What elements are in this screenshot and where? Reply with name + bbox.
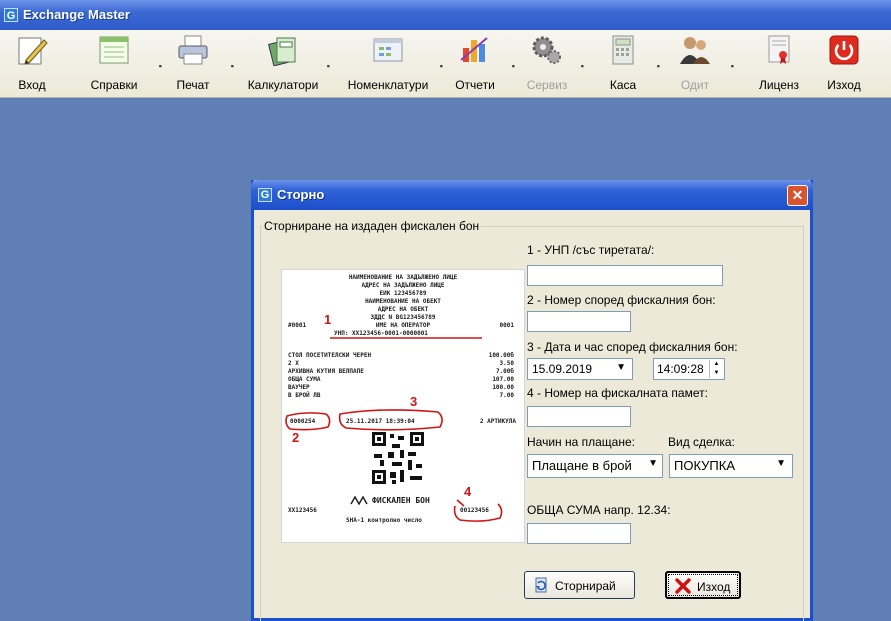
receipt-annotations (285, 337, 503, 522)
chevron-down-icon[interactable]: ▼ (616, 362, 626, 373)
toolbar-button-login[interactable]: Вход (10, 32, 54, 96)
chevron-down-icon[interactable]: ▪ (327, 61, 330, 71)
datetime-label: 3 - Дата и час според фискалния бон: (527, 340, 738, 354)
toolbar-label-nomenclatures: Номенклатури (347, 78, 429, 92)
close-icon (675, 578, 691, 594)
chevron-down-icon[interactable]: ▪ (657, 61, 660, 71)
marker-3: 3 (410, 394, 418, 409)
date-picker[interactable]: 15.09.2019 ▼ (527, 358, 633, 380)
chevron-down-icon[interactable]: ▪ (512, 61, 515, 71)
reverse-button-label: Сторнирай (555, 579, 616, 593)
toolbar-button-service[interactable]: Сервиз ▪ (522, 32, 584, 96)
group-title: Сторниране на издаден фискален бон (262, 219, 482, 233)
toolbar-button-audit[interactable]: Одит ▪ (670, 32, 734, 96)
payment-method-value: Плащане в брой (532, 458, 632, 473)
dialog-body: Сторниране на издаден фискален бон НАИМЕ… (254, 210, 810, 621)
gears-icon (532, 36, 561, 64)
main-toolbar: Вход Справки ▪ Печат ▪ Калкулатори ▪ Ном… (0, 30, 891, 98)
chevron-down-icon[interactable]: ▼ (648, 458, 658, 469)
power-icon (829, 35, 859, 65)
time-picker[interactable]: 14:09:28 ▲ ▼ (653, 358, 725, 380)
bar-chart-icon (460, 37, 488, 62)
chevron-down-icon[interactable]: ▪ (731, 61, 734, 71)
toolbar-button-reports[interactable]: Справки ▪ (82, 32, 162, 96)
unp-label: 1 - УНП /със тиретата/: (527, 243, 655, 257)
toolbar-button-print[interactable]: Печат ▪ (166, 32, 234, 96)
chevron-down-icon[interactable]: ▪ (581, 61, 584, 71)
dialog-titlebar[interactable]: G Сторно ✕ (251, 180, 813, 210)
exit-button-label: Изход (697, 580, 731, 594)
app-title: Exchange Master (23, 7, 130, 22)
date-value: 15.09.2019 (532, 362, 593, 376)
deal-type-value: ПОКУПКА (674, 458, 736, 473)
chevron-down-icon[interactable]: ▪ (440, 61, 443, 71)
deal-type-select[interactable]: ПОКУПКА ▼ (669, 454, 793, 478)
toolbar-button-cashdesk[interactable]: Каса ▪ (600, 32, 660, 96)
receipt-number-input[interactable] (527, 311, 631, 332)
toolbar-label-calculators: Калкулатори (247, 78, 319, 92)
fiscal-memory-label: 4 - Номер на фискалната памет: (527, 386, 708, 400)
reverse-receipt-icon (535, 577, 547, 593)
chevron-down-icon[interactable]: ▼ (776, 458, 786, 469)
exit-button[interactable]: Изход (665, 571, 741, 599)
document-list-icon (99, 36, 129, 64)
time-spinner-icon[interactable]: ▲ ▼ (709, 360, 723, 378)
deal-type-label: Вид сделка: (668, 435, 735, 449)
storno-dialog: G Сторно ✕ Сторниране на издаден фискале… (251, 180, 813, 621)
toolbar-button-nomenclatures[interactable]: Номенклатури ▪ (341, 32, 443, 96)
pencil-icon (18, 37, 48, 65)
dialog-title: Сторно (277, 187, 325, 202)
chevron-down-icon[interactable]: ▪ (159, 61, 162, 71)
receipt-sample-image: НАИМЕНОВАНИЕ НА ЗАДЪЛЖЕНО ЛИЦЕ АДРЕС НА … (281, 269, 525, 543)
toolbar-button-calculators[interactable]: Калкулатори ▪ (242, 32, 330, 96)
fiscal-memory-input[interactable] (527, 406, 631, 427)
app-titlebar[interactable]: G Exchange Master (0, 0, 891, 30)
total-amount-label: ОБЩА СУМА напр. 12.34: (527, 503, 671, 517)
toolbar-label-statements: Отчети (455, 78, 495, 92)
marker-2: 2 (292, 430, 300, 445)
receipt-number-label: 2 - Номер според фискалния бон: (527, 293, 716, 307)
marker-1: 1 (324, 312, 332, 327)
cash-register-icon (612, 35, 634, 65)
time-value: 14:09:28 (657, 362, 704, 376)
toolbar-label-login: Вход (18, 78, 46, 92)
unp-input[interactable] (527, 265, 723, 286)
users-icon (680, 37, 710, 64)
toolbar-button-statements[interactable]: Отчети ▪ (451, 32, 515, 96)
toolbar-button-exit[interactable]: Изход (822, 32, 866, 96)
printer-icon (178, 35, 208, 65)
dialog-logo-icon: G (258, 188, 272, 202)
payment-method-select[interactable]: Плащане в брой ▼ (527, 454, 663, 478)
calculator-cards-icon (268, 37, 296, 66)
toolbar-label-license: Лиценз (758, 78, 800, 92)
total-amount-input[interactable] (527, 523, 631, 544)
toolbar-label-exit: Изход (827, 78, 861, 92)
grid-window-icon (373, 38, 403, 62)
toolbar-label-reports: Справки (90, 78, 138, 92)
toolbar-label-audit: Одит (680, 78, 710, 92)
toolbar-button-license[interactable]: Лиценз (756, 32, 802, 96)
marker-4: 4 (464, 484, 472, 499)
toolbar-label-cashdesk: Каса (609, 78, 637, 92)
app-logo-icon: G (4, 8, 18, 22)
close-button[interactable]: ✕ (787, 185, 808, 206)
payment-method-label: Начин на плащане: (527, 435, 635, 449)
chevron-down-icon[interactable]: ▪ (231, 61, 234, 71)
toolbar-label-service: Сервиз (526, 78, 568, 92)
license-certificate-icon (768, 35, 790, 64)
toolbar-label-print: Печат (176, 78, 210, 92)
reverse-button[interactable]: Сторнирай (524, 571, 635, 599)
